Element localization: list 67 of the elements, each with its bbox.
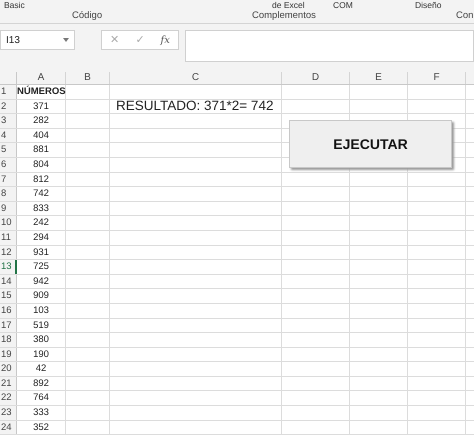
row-header[interactable]: 13 (0, 260, 17, 274)
row-header[interactable]: 10 (0, 216, 17, 230)
table-cell: 725 (17, 260, 66, 274)
column-header[interactable]: D (282, 72, 350, 84)
ribbon-group-label: Con (456, 10, 474, 22)
table-cell: 742 (17, 187, 66, 201)
row-header[interactable]: 9 (0, 202, 17, 216)
table-cell: 352 (17, 420, 66, 434)
column-header[interactable]: F (408, 72, 466, 84)
row-header[interactable]: 11 (0, 230, 17, 245)
table-cell: 833 (17, 202, 66, 216)
table-cell: 371 (17, 100, 66, 114)
row-header[interactable]: 3 (0, 114, 17, 128)
row-header[interactable]: 12 (0, 246, 17, 260)
table-cell: 519 (17, 318, 66, 332)
result-text: RESULTADO: 371*2= 742 (116, 99, 274, 114)
dropdown-icon[interactable] (63, 38, 69, 42)
table-cell: 812 (17, 172, 66, 186)
table-cell: 804 (17, 158, 66, 172)
row-header[interactable]: 5 (0, 143, 17, 157)
table-cell: 404 (17, 128, 66, 142)
table-cell: NÚMEROS (17, 85, 66, 99)
column-header[interactable]: C (110, 72, 282, 84)
row-header[interactable]: 19 (0, 348, 17, 362)
row-header[interactable]: 17 (0, 318, 17, 332)
table-cell: 764 (17, 391, 66, 406)
table-cell: 892 (17, 376, 66, 390)
row-header[interactable]: 7 (0, 172, 17, 186)
row-header[interactable]: 24 (0, 420, 17, 434)
table-cell: 380 (17, 333, 66, 347)
table-cell: 333 (17, 406, 66, 420)
formula-input[interactable] (185, 30, 474, 62)
row-header[interactable]: 18 (0, 333, 17, 347)
ribbon-item[interactable]: Basic (4, 0, 25, 10)
ribbon-item[interactable]: COM (333, 0, 353, 10)
row-header[interactable]: 21 (0, 376, 17, 390)
ribbon-group-label: Código (72, 10, 102, 22)
table-cell: 242 (17, 216, 66, 230)
table-cell: 942 (17, 274, 66, 288)
name-box[interactable]: I13 (0, 30, 75, 50)
table-cell: 294 (17, 230, 66, 245)
ribbon-item[interactable]: Diseño (415, 0, 442, 10)
row-header[interactable]: 1 (0, 85, 17, 99)
table-cell: 103 (17, 304, 66, 318)
row-header[interactable]: 15 (0, 289, 17, 303)
row-header[interactable]: 14 (0, 274, 17, 288)
row-header[interactable]: 16 (0, 304, 17, 318)
column-header[interactable]: A (17, 72, 66, 84)
table-cell: 909 (17, 289, 66, 303)
column-header[interactable]: E (350, 72, 408, 84)
row-header[interactable]: 22 (0, 391, 17, 406)
table-cell: 931 (17, 246, 66, 260)
table-cell: 190 (17, 348, 66, 362)
ribbon-group-label: Complementos (252, 10, 316, 22)
execute-button[interactable]: EJECUTAR (289, 120, 452, 168)
row-header[interactable]: 6 (0, 158, 17, 172)
column-header[interactable]: B (66, 72, 110, 84)
row-header[interactable]: 20 (0, 362, 17, 376)
row-header[interactable]: 23 (0, 406, 17, 420)
table-cell: 42 (17, 362, 66, 376)
ribbon-item[interactable]: de Excel (272, 0, 305, 10)
row-header[interactable]: 8 (0, 187, 17, 201)
row-header[interactable]: 2 (0, 100, 17, 114)
table-cell: 282 (17, 114, 66, 128)
insert-function-button[interactable]: fx (160, 32, 170, 48)
row-header[interactable]: 4 (0, 128, 17, 142)
table-cell: 881 (17, 143, 66, 157)
